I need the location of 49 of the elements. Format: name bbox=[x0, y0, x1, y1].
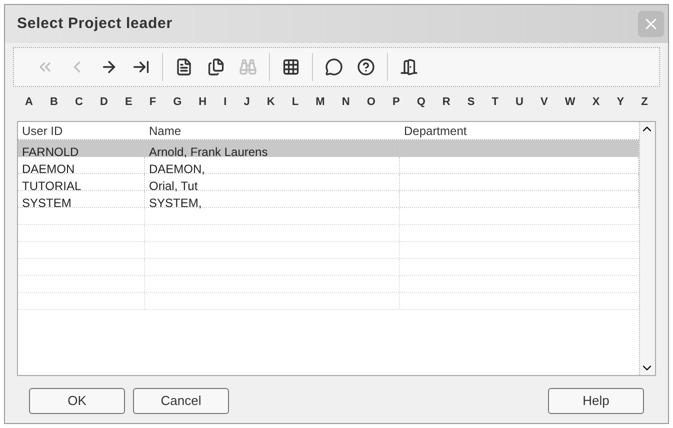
column-header[interactable]: User ID bbox=[18, 122, 145, 139]
letter-filter[interactable]: Y bbox=[616, 94, 624, 110]
scrollbar[interactable] bbox=[639, 122, 655, 375]
letter-filter[interactable]: K bbox=[266, 94, 275, 110]
letter-filter[interactable]: V bbox=[540, 94, 548, 110]
help-icon[interactable] bbox=[355, 56, 377, 78]
dialog-button[interactable]: OK bbox=[29, 388, 125, 414]
letter-filter[interactable]: B bbox=[50, 94, 58, 110]
help-button[interactable]: Help bbox=[548, 388, 644, 414]
letter-filter[interactable]: M bbox=[316, 94, 325, 110]
table-cell-text: FARNOLD bbox=[21, 145, 80, 159]
letter-filter[interactable]: N bbox=[342, 94, 350, 110]
letter-filter[interactable]: R bbox=[442, 94, 450, 110]
door-icon[interactable] bbox=[398, 56, 420, 78]
letter-filter[interactable]: J bbox=[244, 94, 250, 110]
table-row[interactable]: FARNOLD Arnold, Frank Laurens bbox=[18, 140, 639, 157]
letter-filter[interactable]: E bbox=[124, 94, 132, 110]
letter-filter[interactable]: I bbox=[224, 94, 227, 110]
letter-filter[interactable]: W bbox=[564, 94, 576, 110]
table-cell-text: DAEMON, bbox=[148, 162, 206, 176]
speech-bubble-icon[interactable] bbox=[323, 56, 345, 78]
letter-filter[interactable]: C bbox=[74, 94, 83, 110]
letter-filter[interactable]: Z bbox=[641, 94, 648, 110]
column-header[interactable]: Department bbox=[400, 122, 639, 139]
letter-filter[interactable]: T bbox=[492, 94, 498, 110]
table-cell-text: TUTORIAL bbox=[21, 179, 82, 193]
letter-filter[interactable]: D bbox=[100, 94, 108, 110]
table-cell-text: Arnold, Frank Laurens bbox=[148, 145, 269, 159]
table-cell-text: SYSTEM bbox=[21, 196, 72, 210]
letter-filter[interactable]: L bbox=[292, 94, 299, 110]
letter-filter[interactable]: Q bbox=[416, 94, 426, 110]
letter-filter[interactable]: G bbox=[173, 94, 182, 110]
dialog-button[interactable]: Cancel bbox=[133, 388, 229, 414]
table-cell-text: SYSTEM, bbox=[148, 196, 203, 210]
table-row[interactable]: SYSTEM SYSTEM, bbox=[18, 191, 639, 208]
window-title: Select Project leader bbox=[17, 14, 172, 34]
table-row[interactable]: DAEMON DAEMON, bbox=[18, 157, 639, 174]
letter-filter[interactable]: F bbox=[149, 94, 156, 110]
letter-filter[interactable]: A bbox=[25, 94, 33, 110]
table-cell-text: Orial, Tut bbox=[148, 179, 199, 193]
letter-filter[interactable]: H bbox=[198, 94, 207, 110]
letter-filter[interactable]: O bbox=[366, 94, 376, 110]
table-cell-text: DAEMON bbox=[21, 162, 76, 176]
letter-filter[interactable]: U bbox=[516, 94, 524, 110]
letter-filter[interactable]: X bbox=[592, 94, 600, 110]
column-header[interactable]: Name bbox=[145, 122, 400, 139]
letter-filter[interactable]: P bbox=[392, 94, 400, 110]
table-row[interactable]: TUTORIAL Orial, Tut bbox=[18, 174, 639, 191]
letter-filter[interactable]: S bbox=[467, 94, 475, 110]
